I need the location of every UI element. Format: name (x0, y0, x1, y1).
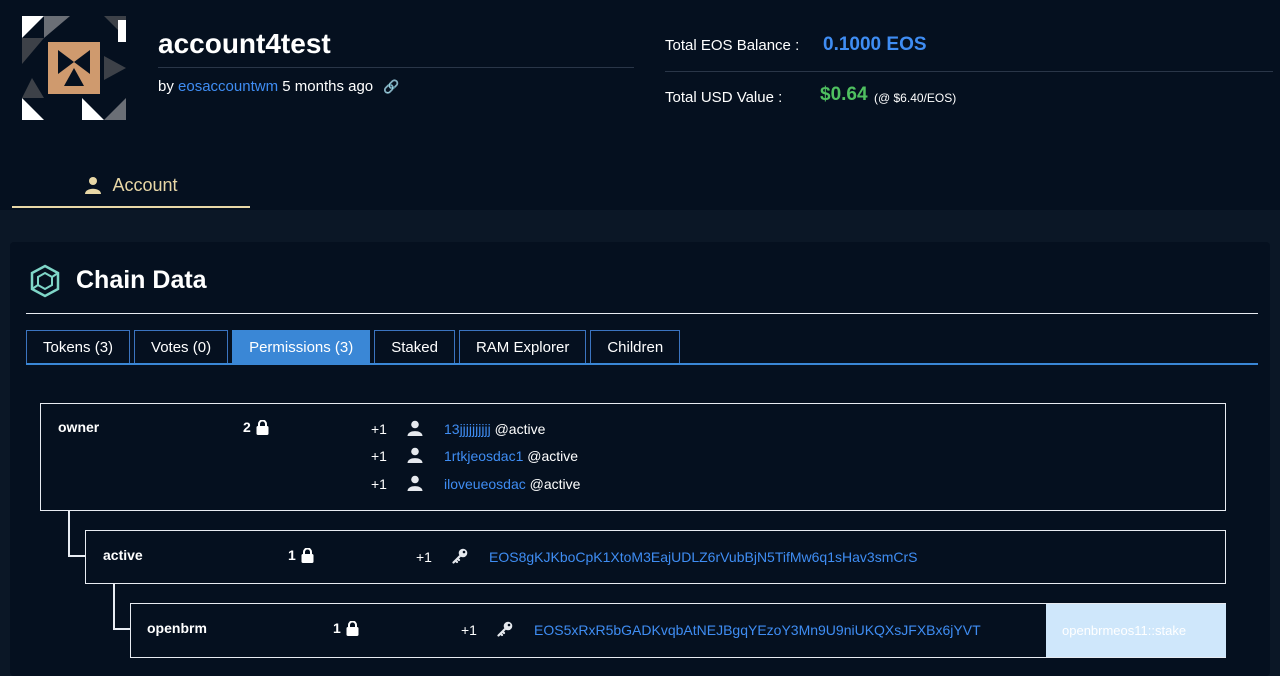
account-byline: by eosaccountwm 5 months ago 🔗 (158, 78, 400, 95)
eos-balance-label: Total EOS Balance : (665, 37, 800, 54)
tab-children[interactable]: Children (590, 330, 681, 364)
linked-action-badge: openbrmeos11::stake (1046, 604, 1226, 657)
tree-line-owner-active-h (68, 555, 85, 557)
permission-openbrm-name: openbrm (147, 620, 207, 636)
permission-active-threshold: 1 (288, 547, 314, 563)
link-icon[interactable]: 🔗 (383, 79, 399, 95)
usd-value: $0.64 (820, 84, 868, 105)
usd-rate: (@ $6.40/EOS) (874, 91, 957, 105)
tab-votes[interactable]: Votes (0) (134, 330, 229, 364)
user-icon (407, 447, 423, 463)
owner-entry-account-link[interactable]: 13jjjjjjjjjj (444, 421, 491, 437)
account-age: 5 months ago (282, 78, 374, 95)
tree-line-active-openbrm-h (113, 628, 130, 630)
lock-icon (256, 419, 269, 435)
openbrm-key-weight: +1 (461, 622, 477, 638)
eos-balance-value: 0.1000 EOS (823, 34, 927, 55)
owner-entry-weight: +1 (371, 476, 387, 492)
permission-openbrm-threshold: 1 (333, 620, 359, 636)
tabs-underline (26, 363, 1258, 365)
tab-permissions[interactable]: Permissions (3) (232, 330, 371, 364)
key-icon (452, 548, 468, 564)
tab-tokens[interactable]: Tokens (3) (26, 330, 131, 364)
owner-entry: 1rtkjeosdac1 @active (444, 448, 578, 464)
user-icon (407, 420, 423, 436)
lock-icon (301, 547, 314, 563)
owner-entry-permission: @active (494, 421, 546, 437)
owner-entry-weight: +1 (371, 448, 387, 464)
balance-divider (665, 71, 1273, 72)
active-key-weight: +1 (416, 549, 432, 565)
user-icon (407, 475, 423, 491)
threshold-value: 1 (333, 620, 341, 636)
permission-owner (40, 403, 1226, 511)
account-name: account4test (158, 28, 331, 59)
tab-staked[interactable]: Staked (374, 330, 455, 364)
owner-entry-permission: @active (529, 476, 581, 492)
nav-tab-account-label: Account (112, 174, 178, 195)
permission-active-name: active (103, 547, 143, 563)
name-divider (158, 67, 634, 68)
owner-entry-weight: +1 (371, 421, 387, 437)
owner-entry-account-link[interactable]: 1rtkjeosdac1 (444, 448, 523, 464)
creator-link[interactable]: eosaccountwm (178, 78, 278, 95)
permission-owner-threshold: 2 (243, 419, 269, 435)
permission-owner-name: owner (58, 419, 100, 435)
owner-entry-permission: @active (527, 448, 579, 464)
chain-data-title: Chain Data (76, 266, 207, 294)
tab-ram-explorer[interactable]: RAM Explorer (458, 330, 587, 364)
active-public-key-link[interactable]: EOS8gKJKboCpK1XtoM3EajUDLZ6rVubBjN5TifMw… (489, 549, 917, 565)
chain-tabs: Tokens (3) Votes (0) Permissions (3) Sta… (26, 330, 681, 364)
tree-line-owner-active-v (68, 510, 70, 556)
user-icon (85, 177, 102, 194)
lock-icon (346, 620, 359, 636)
key-icon (497, 621, 513, 637)
tree-line-active-openbrm-v (113, 583, 115, 629)
owner-entry: 13jjjjjjjjjj @active (444, 421, 545, 437)
threshold-value: 1 (288, 547, 296, 563)
chain-data-divider (26, 313, 1258, 314)
owner-entry-account-link[interactable]: iloveueosdac (444, 476, 526, 492)
chain-data-icon (30, 264, 60, 298)
openbrm-public-key-link[interactable]: EOS5xRxR5bGADKvqbAtNEJBgqYEzoY3Mn9U9niUK… (534, 622, 981, 638)
account-avatar (22, 16, 126, 120)
nav-tab-underline (12, 206, 250, 208)
nav-tab-account[interactable]: Account (12, 162, 250, 208)
threshold-value: 2 (243, 419, 251, 435)
owner-entry: iloveueosdac @active (444, 476, 580, 492)
usd-value-label: Total USD Value : (665, 89, 783, 106)
by-prefix: by (158, 78, 174, 95)
